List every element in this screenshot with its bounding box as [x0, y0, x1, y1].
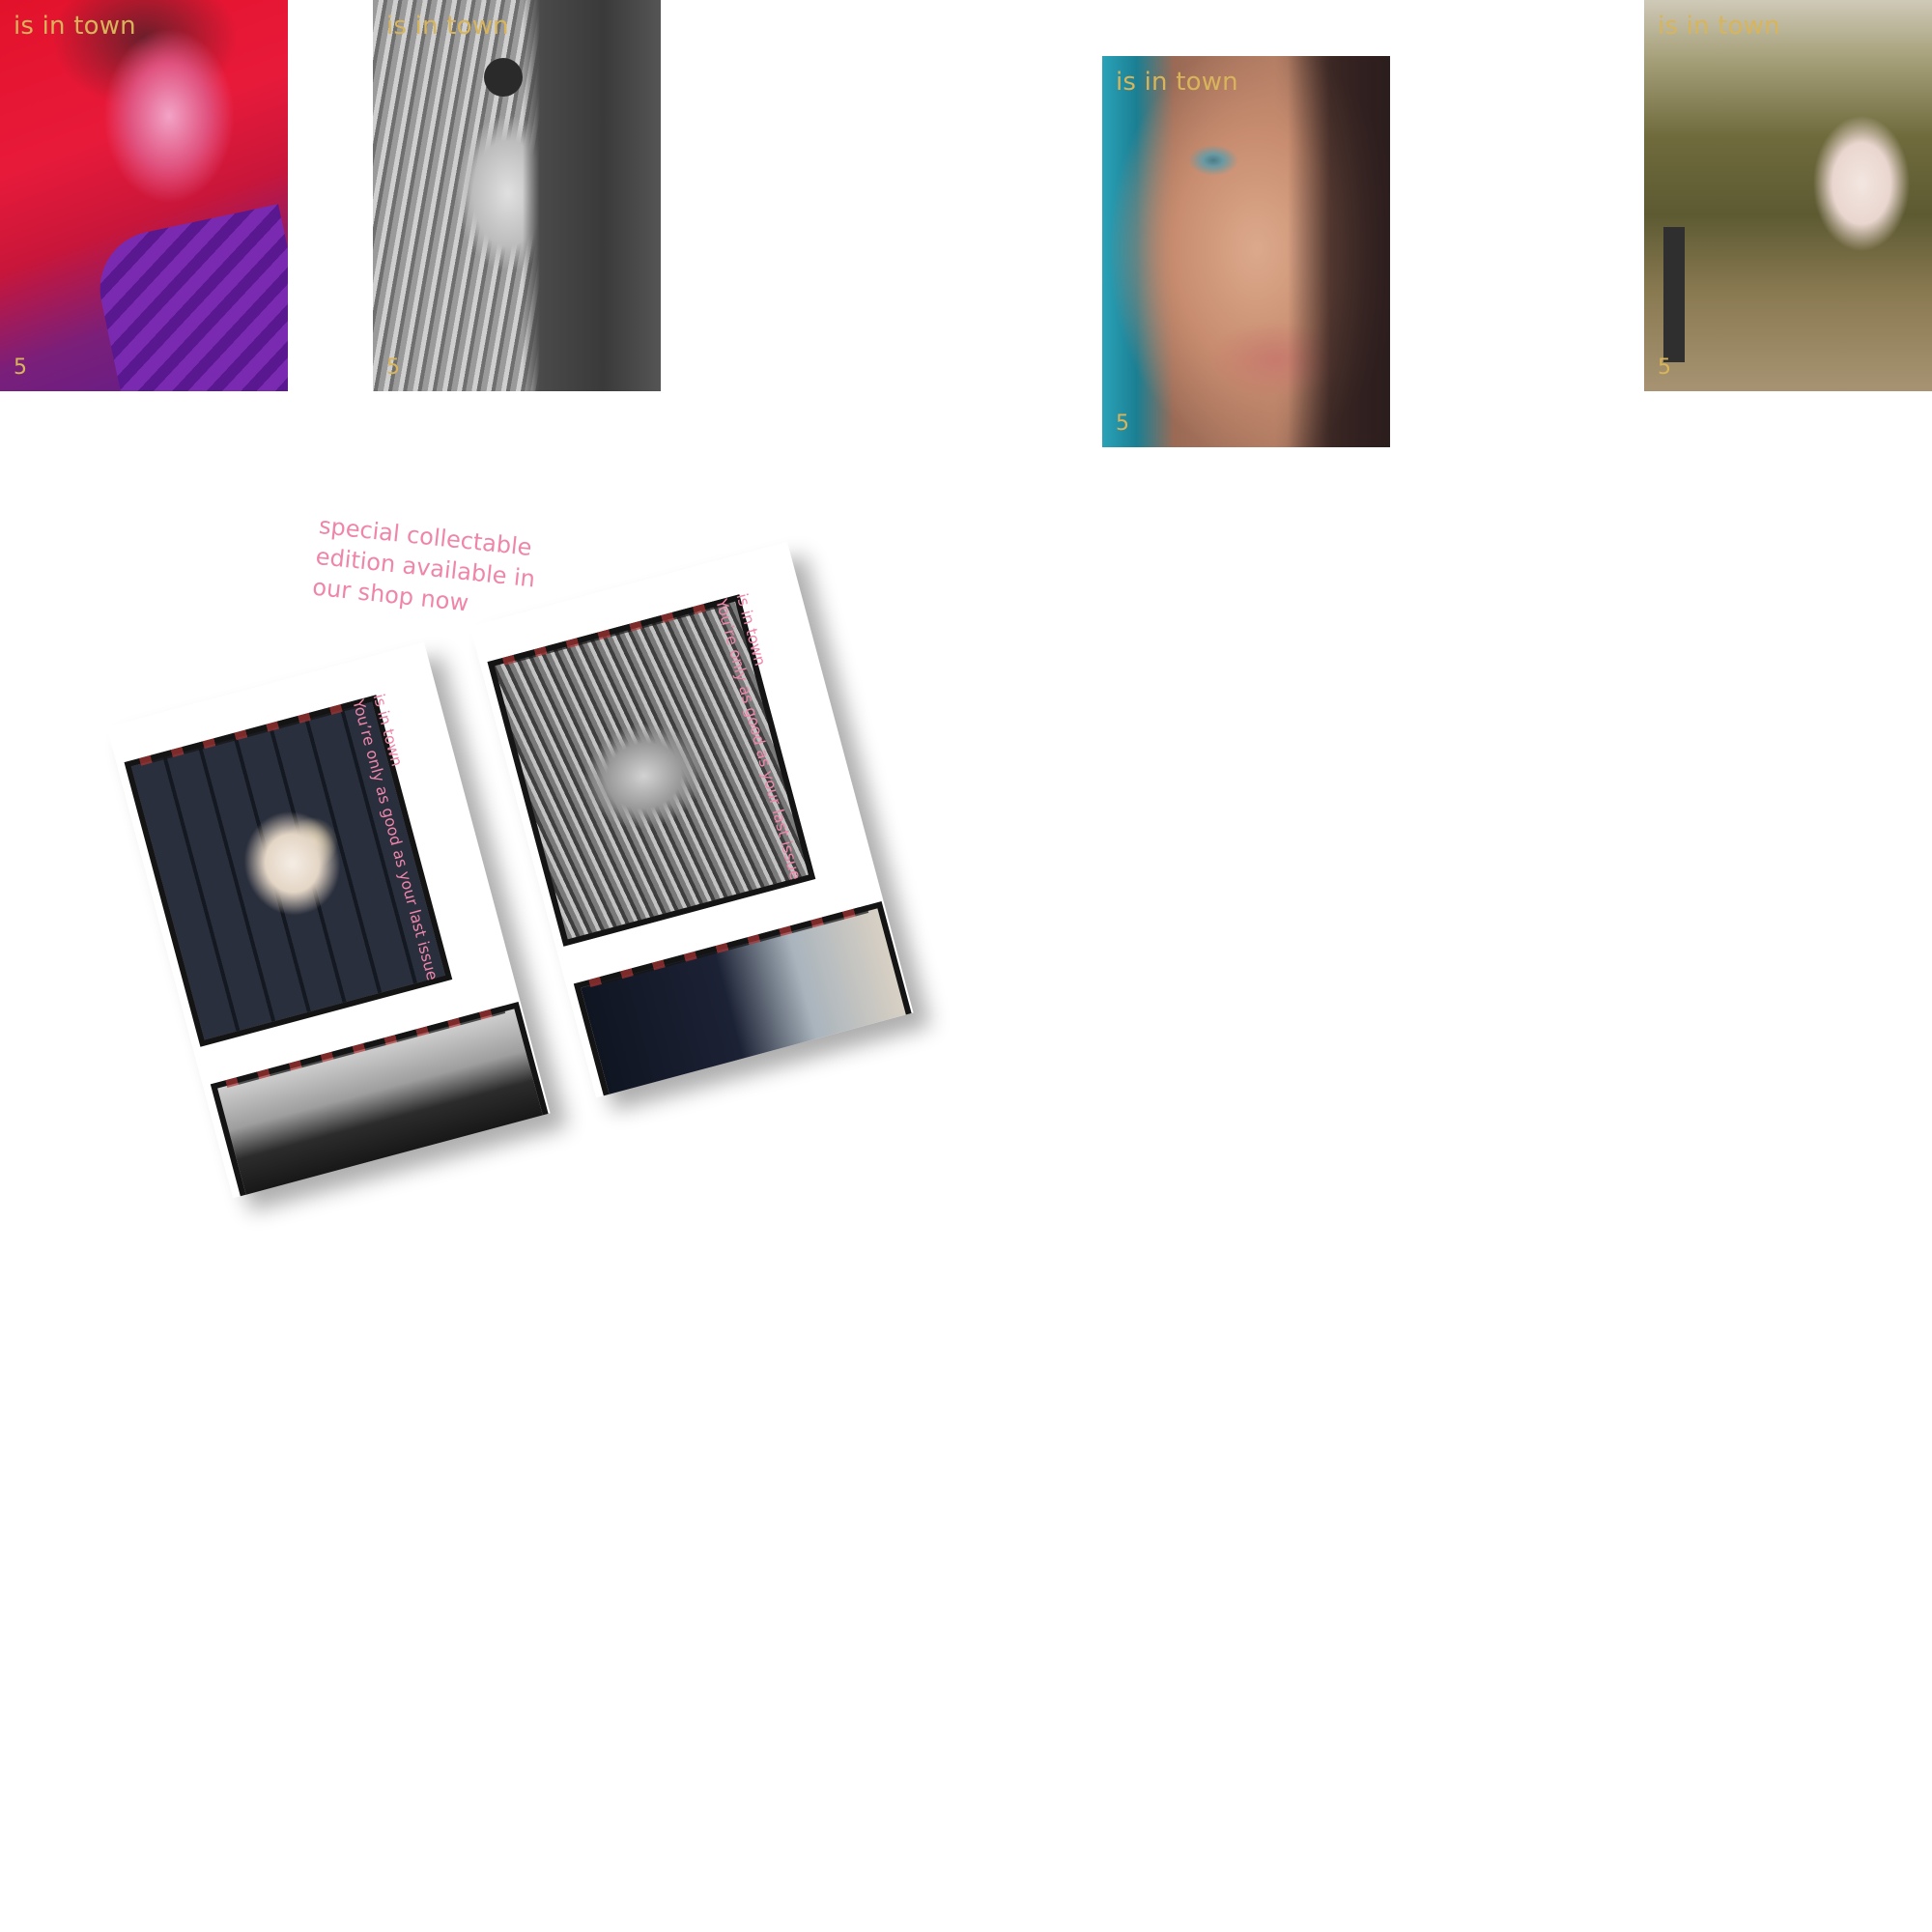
- cover-title: is in town: [14, 12, 136, 41]
- film-photo: [210, 1002, 551, 1199]
- page: is in town 5 is in town 5 is in town 5 i…: [0, 0, 1932, 1932]
- cover-issue-number: 5: [386, 355, 400, 380]
- booklet-page-right[interactable]: is in town You’re only as good as your l…: [469, 541, 914, 1098]
- magazine-cover-forest[interactable]: is in town 5: [373, 0, 661, 391]
- cover-photo: [373, 0, 661, 391]
- promo-text: special collectable edition available in…: [311, 510, 552, 627]
- cover-title: is in town: [1658, 12, 1780, 41]
- cover-issue-number: 5: [1116, 412, 1129, 436]
- cover-photo: [1102, 56, 1390, 447]
- cover-title: is in town: [386, 12, 509, 41]
- cover-issue-number: 5: [14, 355, 27, 380]
- cover-photo: [0, 0, 288, 391]
- booklet-page-left[interactable]: is in town You’re only as good as your l…: [106, 641, 551, 1199]
- cover-photo: [1644, 0, 1932, 391]
- magazine-cover-face[interactable]: is in town 5: [1102, 56, 1390, 447]
- film-photo: [573, 901, 914, 1098]
- cover-title: is in town: [1116, 68, 1238, 97]
- magazine-cover-red[interactable]: is in town 5: [0, 0, 288, 391]
- magazine-cover-garden[interactable]: is in town 5: [1644, 0, 1932, 391]
- cover-issue-number: 5: [1658, 355, 1671, 380]
